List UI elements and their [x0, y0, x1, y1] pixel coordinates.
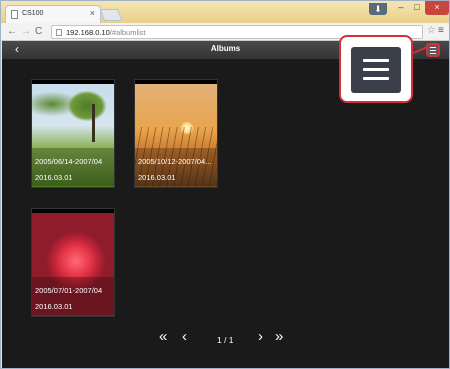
- album-date: 2016.03.01: [35, 302, 73, 311]
- browser-window: CS100 × ⬇ – □ × ← → C 192.168.0.10/#albu…: [0, 0, 450, 369]
- tab-close-icon[interactable]: ×: [90, 8, 95, 18]
- url-host: 192.168.0.10: [66, 28, 110, 37]
- tab-title: CS100: [22, 10, 44, 17]
- page-icon: [56, 29, 62, 36]
- album-date: 2016.03.01: [35, 173, 73, 182]
- album-card[interactable]: 2005/10/12-2007/04... 2016.03.01: [134, 79, 218, 188]
- pagination: « ‹ 1 / 1 › »: [2, 329, 449, 347]
- album-card[interactable]: 2005/06/14-2007/04 2016.03.01: [31, 79, 115, 188]
- album-date-range: 2005/10/12-2007/04...: [138, 157, 212, 166]
- url-path: /#albumlist: [109, 28, 146, 37]
- bookmark-star-icon[interactable]: ☆: [427, 25, 436, 36]
- new-tab-button[interactable]: [99, 9, 123, 21]
- album-date: 2016.03.01: [138, 173, 176, 182]
- forward-arrow-icon[interactable]: →: [21, 26, 31, 37]
- reload-icon[interactable]: C: [35, 26, 42, 37]
- browser-tab[interactable]: CS100 ×: [5, 5, 101, 23]
- maximize-button[interactable]: □: [409, 1, 425, 15]
- menu-callout: [339, 35, 413, 103]
- first-page-icon[interactable]: «: [159, 329, 167, 345]
- album-date-range: 2005/06/14-2007/04: [35, 157, 103, 166]
- user-icon[interactable]: ⬇: [369, 3, 387, 15]
- previous-page-icon[interactable]: ‹: [182, 329, 187, 345]
- next-page-icon[interactable]: ›: [258, 329, 263, 345]
- back-chevron-icon[interactable]: ‹: [15, 42, 19, 56]
- hamburger-menu-icon[interactable]: [426, 43, 440, 57]
- page-icon: [11, 10, 18, 19]
- close-window-button[interactable]: ×: [425, 1, 449, 15]
- hamburger-menu-icon: [351, 47, 401, 93]
- back-arrow-icon[interactable]: ←: [7, 26, 17, 37]
- tab-strip: CS100 × ⬇ – □ ×: [1, 1, 449, 23]
- last-page-icon[interactable]: »: [275, 329, 283, 345]
- album-card[interactable]: 2005/07/01-2007/04 2016.03.01: [31, 208, 115, 317]
- browser-menu-icon[interactable]: ≡: [438, 25, 444, 36]
- page-indicator: 1 / 1: [217, 335, 234, 345]
- minimize-button[interactable]: –: [393, 1, 409, 15]
- album-date-range: 2005/07/01-2007/04: [35, 286, 103, 295]
